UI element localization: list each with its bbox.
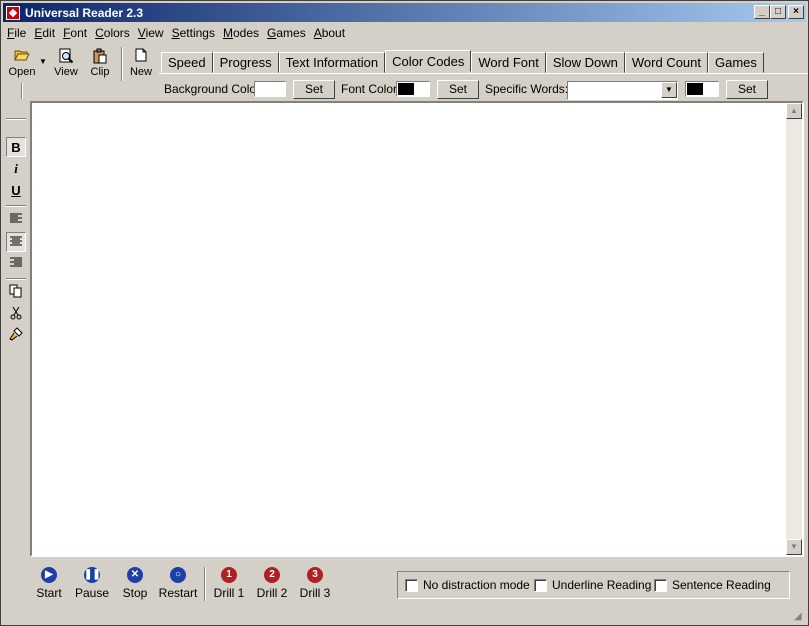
drill-2-button[interactable]: 2 Drill 2 [251, 567, 293, 600]
toolbar-separator [121, 47, 123, 81]
tab-word-font[interactable]: Word Font [471, 52, 546, 73]
menu-modes[interactable]: Modes [219, 26, 263, 40]
menu-file[interactable]: File [3, 26, 30, 40]
tab-slow-down[interactable]: Slow Down [545, 52, 625, 73]
set-specific-words-button[interactable]: Set [726, 80, 768, 99]
set-font-button[interactable]: Set [437, 80, 479, 99]
clip-button[interactable]: Clip [83, 48, 117, 84]
reading-text-area[interactable]: ▲ ▼ [30, 101, 804, 557]
specific-words-color-fill [687, 83, 703, 95]
close-button[interactable]: × [788, 5, 804, 19]
pause-icon: ❚❚ [84, 567, 101, 583]
magnifier-page-icon [49, 48, 83, 66]
menu-settings[interactable]: Settings [168, 26, 219, 40]
specific-words-label: Specific Words: [485, 82, 569, 96]
window-controls: _ □ × [754, 5, 804, 19]
menu-colors[interactable]: Colors [91, 26, 134, 40]
restart-button[interactable]: ○ Restart [157, 567, 199, 600]
new-button[interactable]: New [124, 48, 158, 84]
sentence-reading-option[interactable]: Sentence Reading [654, 578, 771, 592]
scroll-up-icon[interactable]: ▲ [786, 103, 802, 119]
app-window: Universal Reader 2.3 _ □ × File Edit Fon… [0, 0, 809, 626]
sentence-reading-checkbox[interactable] [654, 578, 667, 592]
tab-games[interactable]: Games [708, 52, 764, 73]
no-distraction-option[interactable]: No distraction mode [405, 578, 530, 592]
tab-speed[interactable]: Speed [161, 52, 213, 73]
maximize-button[interactable]: □ [770, 5, 786, 19]
app-icon[interactable] [6, 5, 20, 20]
open-dropdown-icon[interactable]: ▼ [39, 57, 47, 66]
drill-3-icon: 3 [307, 567, 323, 583]
no-distraction-checkbox[interactable] [405, 578, 418, 592]
controls-separator [204, 567, 206, 601]
bold-button[interactable]: B [6, 137, 26, 157]
underline-reading-option[interactable]: Underline Reading [534, 578, 651, 592]
drill-2-icon: 2 [264, 567, 280, 583]
copy-icon[interactable] [6, 284, 26, 304]
set-background-button[interactable]: Set [293, 80, 335, 99]
format-separator [6, 205, 26, 207]
menu-games[interactable]: Games [263, 26, 310, 40]
view-button[interactable]: View [49, 48, 83, 84]
folder-open-icon [5, 48, 39, 66]
drill-1-button[interactable]: 1 Drill 1 [208, 567, 250, 600]
minimize-button[interactable]: _ [754, 5, 770, 19]
menu-bar: File Edit Font Colors View Settings Mode… [3, 23, 349, 42]
format-separator [6, 118, 26, 120]
tab-progress[interactable]: Progress [212, 52, 279, 73]
play-icon: ▶ [41, 567, 57, 583]
open-button[interactable]: Open [5, 48, 39, 84]
tab-text-information[interactable]: Text Information [278, 52, 386, 73]
color-codes-panel: Background Color: Set Font Color: Set Sp… [159, 73, 808, 101]
menu-edit[interactable]: Edit [30, 26, 59, 40]
tab-color-codes[interactable]: Color Codes [385, 50, 472, 72]
font-color-swatch[interactable] [396, 81, 430, 97]
reading-options: No distraction mode Underline Reading Se… [397, 571, 790, 599]
format-painter-icon[interactable] [6, 327, 26, 347]
drill-1-icon: 1 [221, 567, 237, 583]
window-title: Universal Reader 2.3 [25, 5, 144, 20]
format-separator [6, 278, 26, 280]
underline-button[interactable]: U [6, 181, 26, 201]
align-right-icon[interactable] [6, 254, 26, 274]
scroll-down-icon[interactable]: ▼ [786, 539, 802, 555]
chevron-down-icon[interactable]: ▼ [661, 82, 677, 98]
underline-reading-checkbox[interactable] [534, 578, 547, 592]
background-color-fill [256, 83, 284, 95]
italic-button[interactable]: i [6, 159, 26, 179]
font-color-label: Font Color: [341, 82, 401, 96]
stop-icon: ✕ [127, 567, 143, 583]
vertical-scrollbar[interactable]: ▲ ▼ [786, 103, 802, 555]
specific-words-select[interactable]: ▼ [567, 81, 678, 100]
toolbar-grip [21, 83, 23, 99]
stop-button[interactable]: ✕ Stop [114, 567, 156, 600]
clipboard-icon [83, 48, 117, 66]
font-color-fill [398, 83, 414, 95]
tab-strip: Speed Progress Text Information Color Co… [161, 50, 764, 74]
title-bar[interactable]: Universal Reader 2.3 _ □ × [3, 3, 806, 22]
scissors-icon[interactable] [6, 306, 26, 326]
menu-view[interactable]: View [134, 26, 168, 40]
align-center-icon[interactable] [6, 232, 26, 252]
tab-word-count[interactable]: Word Count [624, 52, 709, 73]
background-color-label: Background Color: [164, 82, 264, 96]
pause-button[interactable]: ❚❚ Pause [71, 567, 113, 600]
specific-words-color-swatch[interactable] [685, 81, 719, 97]
main-toolbar: Open ▼ View Clip New [3, 45, 158, 100]
menu-about[interactable]: About [310, 26, 349, 40]
start-button[interactable]: ▶ Start [28, 567, 70, 600]
background-color-swatch[interactable] [254, 81, 286, 97]
drill-3-button[interactable]: 3 Drill 3 [294, 567, 336, 600]
restart-icon: ○ [170, 567, 186, 583]
new-page-icon [124, 48, 158, 66]
resize-grip-icon[interactable]: ◢ [794, 611, 806, 623]
menu-font[interactable]: Font [59, 26, 91, 40]
align-left-icon[interactable] [6, 210, 26, 230]
